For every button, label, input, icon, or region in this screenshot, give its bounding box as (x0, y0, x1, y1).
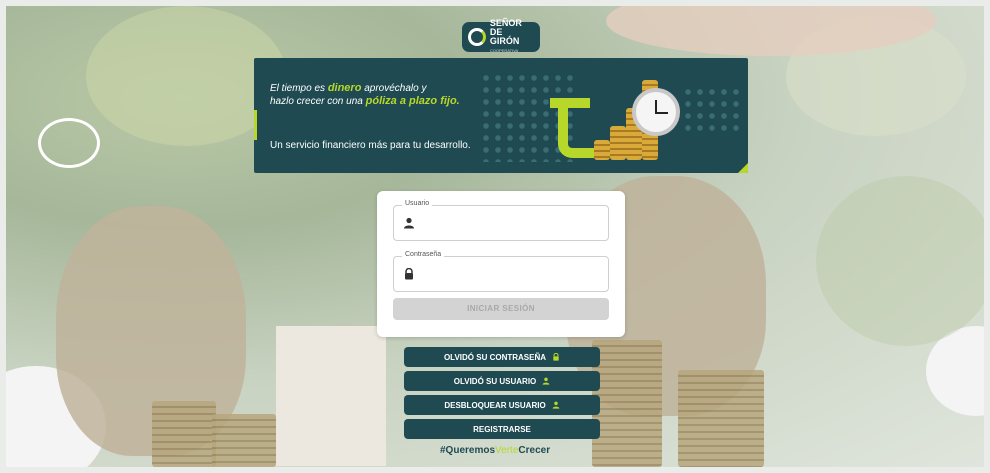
hashtag-highlight: Verte (495, 445, 519, 456)
banner-highlight: póliza a plazo fijo. (365, 95, 460, 107)
username-label: Usuario (402, 200, 433, 207)
coin-stack (678, 370, 764, 467)
forgot-user-button[interactable]: OLVIDÓ SU USUARIO (404, 371, 600, 391)
brand-t-icon (558, 98, 594, 158)
forgot-password-label: OLVIDÓ SU CONTRASEÑA (443, 352, 547, 362)
password-input[interactable] (420, 265, 604, 285)
person-icon (542, 377, 550, 385)
person-icon (552, 401, 560, 409)
hashtag-part: #Queremos (440, 445, 496, 456)
register-label: REGISTRARSE (473, 424, 531, 434)
password-field: Contraseña (393, 251, 609, 292)
hashtag-part: Crecer (518, 445, 551, 456)
logo-name-line2: DE GIRÓN (489, 27, 520, 46)
hashtag-slogan: #QueremosVerteCrecer (440, 445, 550, 456)
password-label: Contraseña (402, 251, 445, 258)
banner-headline: El tiempo es dinero aprovéchalo y hazlo … (270, 82, 460, 108)
logo-text: SEÑOR DE GIRÓN COOPERATIVA (490, 19, 534, 55)
alarm-clock-icon (632, 88, 680, 136)
logo-tagline: COOPERATIVA (489, 48, 519, 53)
lock-icon (405, 268, 413, 280)
banner-text: El tiempo es (270, 83, 328, 94)
promo-banner: El tiempo es dinero aprovéchalo y hazlo … (254, 58, 748, 173)
coin-stack (152, 401, 216, 467)
shade-circle (816, 176, 984, 346)
username-input[interactable] (420, 214, 604, 234)
dot-pattern (682, 86, 742, 136)
page: SEÑOR DE GIRÓN COOPERATIVA El tiempo es … (0, 0, 990, 473)
logo-mark-icon (468, 28, 486, 46)
brand-logo: SEÑOR DE GIRÓN COOPERATIVA (462, 19, 540, 55)
banner-subtitle: Un servicio financiero más para tu desar… (270, 140, 471, 151)
banner-accent-bar (254, 110, 257, 140)
banner-corner-accent (738, 163, 748, 173)
username-field: Usuario (393, 200, 609, 241)
banner-highlight: dinero (327, 82, 362, 94)
person-icon (404, 217, 414, 229)
banner-text: hazlo crecer con una (270, 96, 366, 107)
login-button[interactable]: INICIAR SESIÓN (393, 298, 609, 320)
forgot-password-button[interactable]: OLVIDÓ SU CONTRASEÑA (404, 347, 600, 367)
unlock-user-label: DESBLOQUEAR USUARIO (444, 400, 546, 410)
banner-text: aprovéchalo y (361, 83, 427, 94)
lock-icon (553, 353, 559, 361)
register-button[interactable]: REGISTRARSE (404, 419, 600, 439)
ring-decoration (38, 118, 100, 168)
coin-stack (592, 340, 662, 467)
coin-stack (212, 414, 276, 467)
unlock-user-button[interactable]: DESBLOQUEAR USUARIO (404, 395, 600, 415)
toy-house (276, 326, 386, 466)
login-card: Usuario Contraseña INICIAR SESIÓN (377, 191, 625, 337)
forgot-user-label: OLVIDÓ SU USUARIO (453, 376, 537, 386)
